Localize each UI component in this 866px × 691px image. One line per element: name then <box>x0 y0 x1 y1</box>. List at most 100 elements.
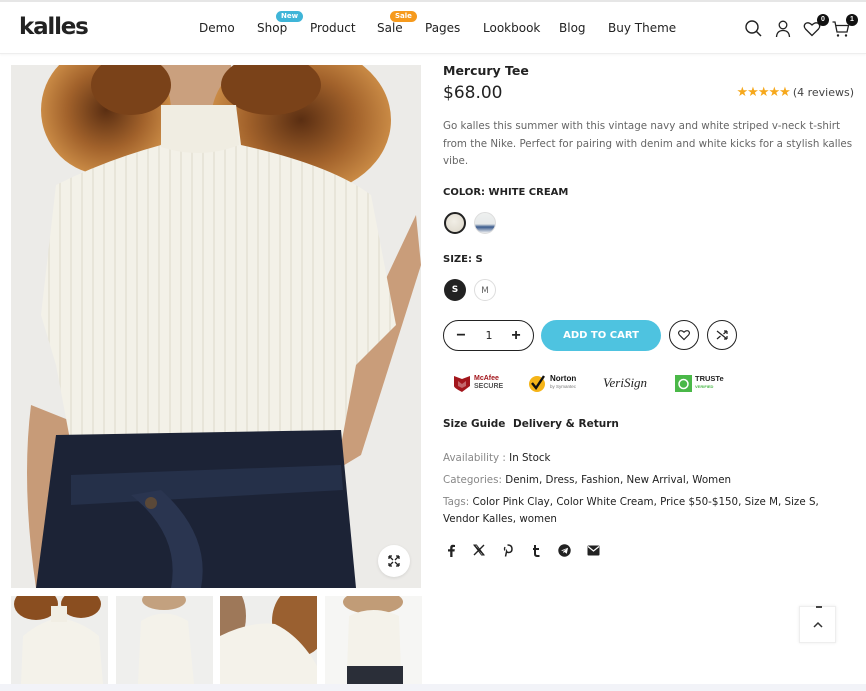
heart-icon <box>678 330 690 341</box>
back-to-top-button[interactable] <box>799 606 836 643</box>
nav-label: Demo <box>199 21 235 35</box>
facebook-icon[interactable] <box>444 543 458 557</box>
product-title: Mercury Tee <box>443 63 529 78</box>
logo[interactable]: kalles <box>19 14 89 40</box>
main-product-image[interactable] <box>11 65 421 588</box>
category-link[interactable]: Dress <box>546 474 575 486</box>
color-label: COLOR: <box>443 187 486 198</box>
thumbnail-4[interactable] <box>325 596 422 684</box>
tumblr-icon[interactable] <box>529 543 543 557</box>
availability-value: In Stock <box>509 452 551 464</box>
cart-icon[interactable]: 1 <box>831 14 858 39</box>
tag-link[interactable]: Size M <box>745 496 778 508</box>
star-rating-icon: ★★★★★ <box>736 84 791 99</box>
add-to-cart-button[interactable]: ADD TO CART <box>541 320 661 351</box>
size-option-m[interactable]: M <box>474 279 496 301</box>
size-option-s[interactable]: S <box>444 279 466 301</box>
nav-label: Product <box>310 21 356 35</box>
truste-subtext: VERIFIED <box>695 384 714 389</box>
mcafee-subtext: SECURE <box>474 383 504 390</box>
thumbnail-3[interactable] <box>220 596 317 684</box>
cart-count: 1 <box>846 14 858 26</box>
shuffle-icon <box>716 330 728 340</box>
nav-item-pages[interactable]: Pages <box>425 21 460 35</box>
nav-label: Pages <box>425 21 461 35</box>
availability-label: Availability : <box>443 452 506 464</box>
heart-icon[interactable]: 0 <box>802 14 829 39</box>
mcafee-badge: McAfee SECURE <box>453 372 503 394</box>
x-twitter-icon[interactable] <box>472 543 486 557</box>
tags: Tags: Color Pink Clay, Color White Cream… <box>443 496 819 525</box>
product-description: Go kalles this summer with this vintage … <box>443 120 853 167</box>
tag-link[interactable]: Color Pink Clay <box>473 496 550 508</box>
delivery-return-link[interactable]: Delivery & Return <box>513 418 619 430</box>
site-header: kalles Demo Shop New Product Sale Sale P… <box>0 2 866 54</box>
norton-badge: Norton by Symantec <box>528 372 576 394</box>
pinterest-icon[interactable] <box>500 543 514 557</box>
tag-link[interactable]: Price $50-$150 <box>660 496 738 508</box>
nav-label: Blog <box>559 21 586 35</box>
bottom-bar <box>0 684 866 691</box>
nav-label: Lookbook <box>483 21 541 35</box>
color-swatch-pink-clay[interactable] <box>474 212 496 234</box>
quantity-increase-button[interactable]: + <box>505 325 527 347</box>
nav-item-sale[interactable]: Sale Sale <box>377 11 417 35</box>
nav-label: Sale <box>377 21 403 35</box>
product-rating[interactable]: ★★★★★ (4 reviews) <box>737 84 854 100</box>
search-icon[interactable] <box>744 19 764 39</box>
size-label: SIZE: <box>443 254 473 265</box>
category-link[interactable]: Women <box>692 474 731 486</box>
compare-button[interactable] <box>707 320 737 350</box>
quantity-stepper: − 1 + <box>443 320 534 351</box>
nav-item-product[interactable]: Product <box>310 21 356 35</box>
truste-icon <box>675 374 692 392</box>
product-price: $68.00 <box>443 83 503 103</box>
review-count: (4 reviews) <box>792 85 854 99</box>
category-link[interactable]: Denim <box>505 474 539 486</box>
thumbnail-2[interactable] <box>116 596 213 684</box>
color-swatch-white-cream[interactable] <box>444 212 466 234</box>
size-value: S <box>475 254 483 265</box>
chevron-up-icon <box>812 621 823 628</box>
nav-item-blog[interactable]: Blog <box>559 21 586 35</box>
tag-link[interactable]: Size S <box>785 496 816 508</box>
sale-badge: Sale <box>390 11 417 22</box>
quantity-decrease-button[interactable]: − <box>450 325 472 347</box>
mcafee-shield-icon <box>454 376 470 392</box>
truste-text: TRUSTe <box>695 374 724 383</box>
quantity-input[interactable]: 1 <box>474 329 504 342</box>
color-option-label: COLOR: WHITE CREAM <box>443 187 568 198</box>
scroll-progress-indicator <box>816 606 822 608</box>
verisign-text: VeriSign <box>603 375 648 390</box>
nav-label: Buy Theme <box>608 21 677 35</box>
telegram-icon[interactable] <box>557 543 571 557</box>
add-to-wishlist-button[interactable] <box>669 320 699 350</box>
expand-icon <box>388 555 400 567</box>
tag-link[interactable]: Color White Cream <box>556 496 653 508</box>
size-option-label: SIZE: S <box>443 254 483 265</box>
tag-link[interactable]: Vendor Kalles <box>443 513 513 525</box>
user-icon[interactable] <box>773 19 793 39</box>
category-link[interactable]: New Arrival <box>627 474 686 486</box>
new-badge: New <box>276 11 304 22</box>
email-icon[interactable] <box>586 543 600 557</box>
nav-item-shop[interactable]: Shop New <box>257 11 304 35</box>
wishlist-count: 0 <box>817 14 829 26</box>
mcafee-text: McAfee <box>474 375 499 382</box>
verisign-badge: VeriSign <box>603 372 647 394</box>
color-value: WHITE CREAM <box>488 187 569 198</box>
expand-image-button[interactable] <box>378 545 410 577</box>
norton-check-icon <box>529 374 545 392</box>
nav-item-buy-theme[interactable]: Buy Theme <box>608 21 676 35</box>
nav-label: Shop <box>257 21 288 35</box>
tag-link[interactable]: women <box>519 513 557 525</box>
category-link[interactable]: Fashion <box>581 474 620 486</box>
nav-item-lookbook[interactable]: Lookbook <box>483 21 540 35</box>
norton-text: Norton <box>550 374 577 383</box>
truste-badge: TRUSTe VERIFIED <box>675 372 724 394</box>
thumbnail-strip <box>11 596 422 684</box>
thumbnail-1[interactable] <box>11 596 108 684</box>
norton-subtext: by Symantec <box>550 384 577 389</box>
size-guide-link[interactable]: Size Guide <box>443 418 505 430</box>
nav-item-demo[interactable]: Demo <box>199 21 235 35</box>
